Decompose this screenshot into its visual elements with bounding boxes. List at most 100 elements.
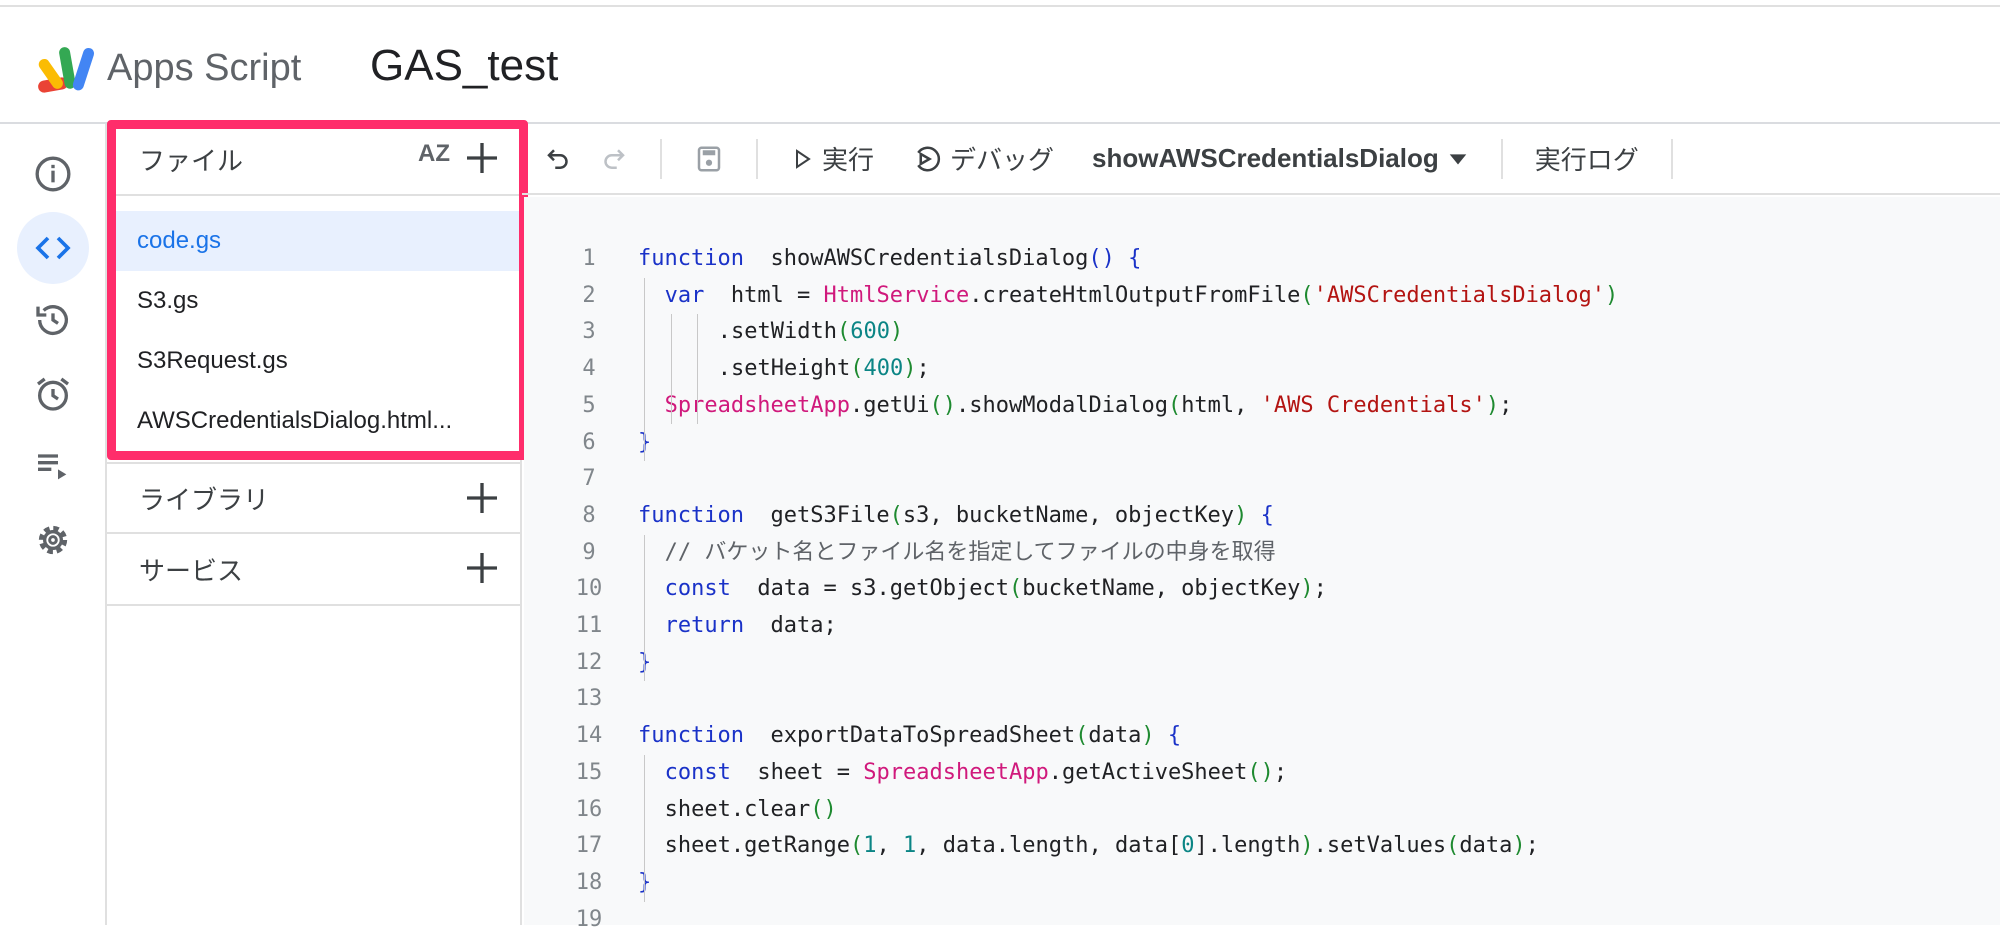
execution-log-button[interactable]: 実行ログ [1523,140,1651,177]
code-token: .setWidth [717,319,838,345]
code-token: data; [757,613,837,638]
code-text: sheet.clear() [665,792,837,828]
line-number: 18 [575,869,603,895]
indent-guide [644,754,645,902]
code-text: .setHeight(400); [718,351,930,387]
code-token: ; [916,356,930,382]
rail-editor-button[interactable] [17,212,89,284]
code-token: 600 [850,319,891,345]
code-token: ) [1141,723,1155,749]
code-token: ( [1008,576,1023,602]
save-button[interactable] [682,144,736,174]
line-number: 11 [575,613,603,638]
rail-settings-button[interactable] [17,504,89,576]
add-service-icon[interactable] [462,548,502,588]
code-token: ) [1512,833,1526,859]
code-text: function exportDataToSpreadSheet(data) { [638,718,1181,754]
code-token: showAWSCredentialsDialog [757,246,1089,271]
line-number: 6 [582,429,596,455]
code-token: ) [1485,392,1500,418]
save-icon [697,146,721,171]
code-token: s3, bucketName, objectKey [902,502,1235,528]
rail-overview-button[interactable] [17,138,89,210]
code-token: data = s3.getObject [744,576,1009,602]
rail-history-button[interactable] [17,284,89,356]
code-token: ( [1075,723,1089,749]
code-token: ) [1300,833,1314,859]
code-text: .setWidth(600) [718,314,903,350]
code-icon [35,236,71,260]
editor-toolbar: 実行 デバッグ showAWSCredentialsDialog 実行ログ [522,124,2000,195]
code-token: 1 [863,833,877,859]
undo-icon [547,148,568,169]
file-item-s3-gs[interactable]: S3.gs [107,271,522,331]
files-panel: ファイル AZ code.gs S3.gs S3Request.gs AWSCr… [107,124,522,925]
code-token: var [664,282,718,308]
rail-triggers-button[interactable] [17,358,89,430]
libraries-section-header: ライブラリ [107,462,522,534]
file-item-s3request-gs[interactable]: S3Request.gs [107,331,522,391]
line-number: 1 [582,246,596,271]
line-number: 7 [582,466,596,492]
line-number: 4 [582,356,596,382]
code-token: () [1088,246,1115,271]
code-token: ( [1300,282,1314,308]
undo-button[interactable] [522,144,586,174]
code-token: exportDataToSpreadSheet [757,723,1076,749]
rail-executions-button[interactable] [17,430,89,502]
code-token: ].length [1194,833,1301,859]
code-text: const sheet = SpreadsheetApp.getActiveSh… [665,755,1288,791]
file-item-code-gs[interactable]: code.gs [107,211,522,271]
indent-guide [670,314,672,425]
left-nav-rail [0,124,107,925]
line-number: 13 [575,686,603,712]
indent-guide [644,277,645,462]
code-token: SpreadsheetApp [664,392,851,418]
apps-script-logo[interactable] [36,45,98,95]
code-token: .getActiveSheet [1048,759,1248,785]
toolbar-divider [756,138,758,179]
project-title[interactable]: GAS_test [370,41,558,91]
toolbar-divider [1670,138,1673,179]
run-button[interactable]: 実行 [778,140,886,177]
code-token: ) [1300,576,1314,602]
sort-az-button[interactable]: AZ [418,140,450,168]
debug-label: デバッグ [950,145,1055,175]
code-token: 'AWS Credentials' [1260,392,1486,418]
code-token: .getUi [850,392,930,418]
code-token: function [638,246,758,271]
code-token: ) [1605,282,1619,308]
debug-button[interactable]: デバッグ [900,140,1066,177]
function-select-value: showAWSCredentialsDialog [1092,143,1439,173]
code-token: { [1128,246,1142,271]
function-select[interactable]: showAWSCredentialsDialog [1080,143,1481,174]
code-editor[interactable]: 1 function showAWSCredentialsDialog() {2 v… [524,197,2000,932]
code-token: ; [1499,392,1513,418]
code-token: 0 [1181,833,1195,859]
files-title: ファイル [139,145,244,176]
code-token: { [1167,723,1182,749]
code-text: sheet.getRange(1, 1, data.length, data[0… [665,828,1539,864]
file-item-awscredentialsdialog-html[interactable]: AWSCredentialsDialog.html... [107,391,522,451]
add-library-icon[interactable] [462,478,502,518]
code-text: function getS3File(s3, bucketName, objec… [638,498,1274,534]
code-token: 1 [903,833,917,859]
play-icon [796,148,811,169]
app-header: Apps Script GAS_test [0,7,2000,124]
code-token: HtmlService [823,282,970,308]
code-token: sheet.getRange [664,833,851,859]
code-token: ) [903,356,917,382]
line-number: 19 [575,906,603,932]
code-token: , data.length, data[ [916,833,1182,859]
code-token: .createHtmlOutputFromFile [969,282,1301,308]
add-file-icon[interactable] [462,138,502,178]
redo-button[interactable] [586,144,640,174]
alarm-icon [37,377,69,411]
code-text: var html = HtmlService.createHtmlOutputF… [665,278,1619,314]
code-token: data [1459,833,1513,859]
code-token: ; [1525,833,1539,859]
code-token: .setValues [1313,833,1447,859]
code-text: const data = s3.getObject(bucketName, ob… [665,571,1327,607]
